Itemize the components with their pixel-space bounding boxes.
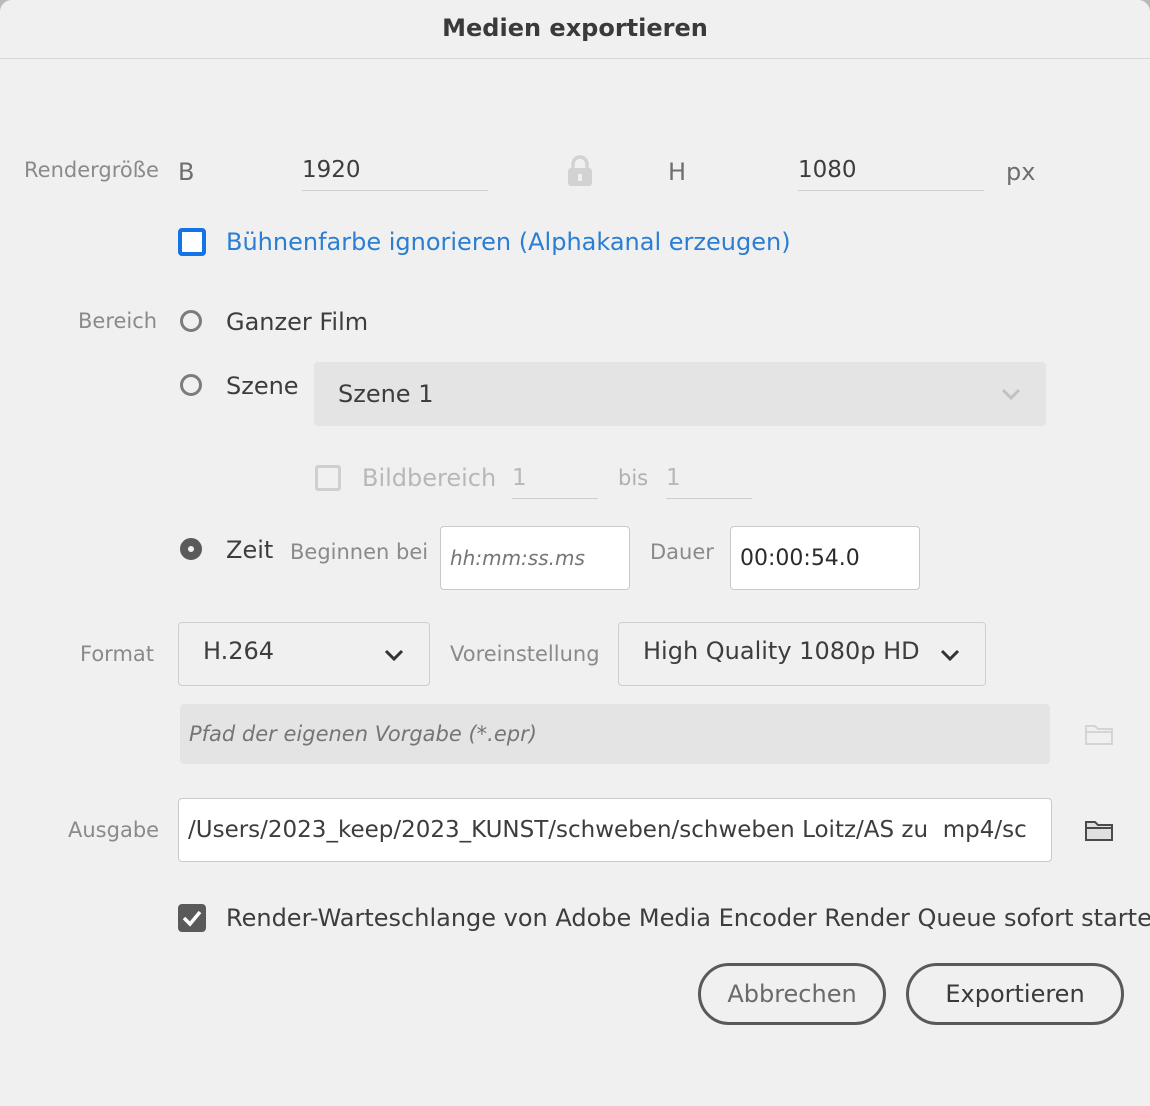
render-size-label: Rendergröße — [24, 158, 159, 182]
format-select[interactable]: H.264 — [178, 622, 430, 686]
width-input[interactable] — [302, 150, 488, 191]
queue-checkbox[interactable] — [178, 904, 206, 932]
chevron-down-icon — [940, 649, 960, 662]
export-button[interactable]: Exportieren — [906, 963, 1124, 1025]
preset-select-value: High Quality 1080p HD — [643, 637, 920, 665]
duration-label: Dauer — [650, 540, 714, 564]
folder-icon[interactable] — [1084, 818, 1114, 846]
alpha-checkbox[interactable] — [178, 228, 206, 256]
chevron-down-icon — [1001, 388, 1021, 401]
format-label: Format — [80, 642, 155, 666]
range-label: Bereich — [78, 309, 158, 333]
output-label: Ausgabe — [68, 818, 160, 842]
dialog-title: Medien exportieren — [442, 14, 708, 42]
whole-movie-radio[interactable] — [180, 310, 202, 332]
format-select-value: H.264 — [203, 637, 275, 665]
alpha-label[interactable]: Bühnenfarbe ignorieren (Alphakanal erzeu… — [226, 228, 791, 256]
height-label: H — [668, 158, 687, 186]
custom-preset-input[interactable] — [180, 704, 1050, 764]
time-radio[interactable] — [180, 538, 202, 560]
time-label[interactable]: Zeit — [226, 536, 273, 564]
checkmark-icon — [182, 910, 202, 927]
queue-label[interactable]: Render-Warteschlange von Adobe Media Enc… — [226, 904, 1150, 932]
frame-to-label: bis — [618, 466, 649, 490]
title-bar: Medien exportieren — [0, 0, 1150, 59]
duration-input[interactable] — [730, 526, 920, 590]
frame-to-input[interactable] — [666, 458, 752, 499]
preset-label: Voreinstellung — [450, 642, 600, 666]
lock-icon[interactable] — [566, 154, 594, 192]
unit-label: px — [1006, 158, 1036, 186]
scene-select-value: Szene 1 — [338, 380, 434, 408]
frame-range-checkbox[interactable] — [315, 465, 341, 491]
scene-select[interactable]: Szene 1 — [314, 362, 1046, 426]
cancel-button[interactable]: Abbrechen — [698, 963, 886, 1025]
scene-radio[interactable] — [180, 374, 202, 396]
chevron-down-icon — [384, 649, 404, 662]
output-path-input[interactable] — [178, 798, 1052, 862]
whole-movie-label[interactable]: Ganzer Film — [226, 308, 368, 336]
start-time-input[interactable] — [440, 526, 630, 590]
start-label: Beginnen bei — [290, 540, 429, 564]
preset-select[interactable]: High Quality 1080p HD — [618, 622, 986, 686]
export-media-dialog: Medien exportieren Rendergröße B H px Bü… — [0, 0, 1150, 1106]
width-label: B — [178, 158, 195, 186]
folder-icon[interactable] — [1084, 722, 1114, 750]
height-input[interactable] — [798, 150, 984, 191]
scene-label[interactable]: Szene — [226, 372, 299, 400]
frame-range-label: Bildbereich — [362, 464, 497, 492]
frame-from-input[interactable] — [512, 458, 598, 499]
